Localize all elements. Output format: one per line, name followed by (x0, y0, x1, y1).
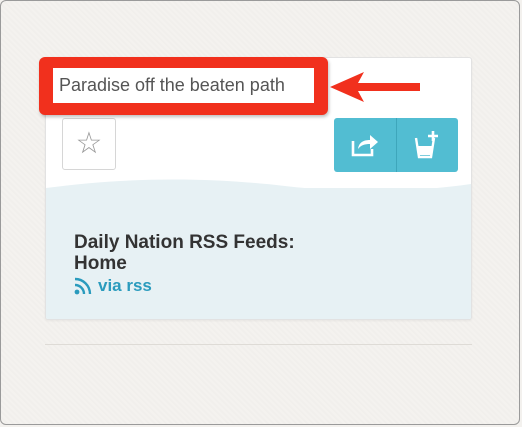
star-button[interactable]: ☆ (62, 118, 116, 170)
share-button[interactable] (334, 118, 396, 172)
callout-text: Paradise off the beaten path (59, 75, 285, 95)
add-to-list-icon (415, 131, 439, 159)
via-rss-label: via rss (98, 276, 152, 295)
callout-text-box: Paradise off the beaten path (53, 68, 314, 103)
share-icon (351, 135, 378, 157)
rss-icon (74, 277, 92, 295)
add-to-list-button[interactable] (395, 118, 458, 172)
divider (45, 344, 472, 345)
callout-annotation: Paradise off the beaten path (39, 57, 328, 115)
via-rss-link[interactable]: via rss (74, 276, 152, 296)
source-title: Daily Nation RSS Feeds: Home (74, 232, 295, 274)
card-action-buttons (334, 118, 458, 172)
star-icon: ☆ (75, 126, 103, 161)
wave-decoration (46, 179, 471, 200)
callout-arrow-icon (330, 72, 420, 102)
